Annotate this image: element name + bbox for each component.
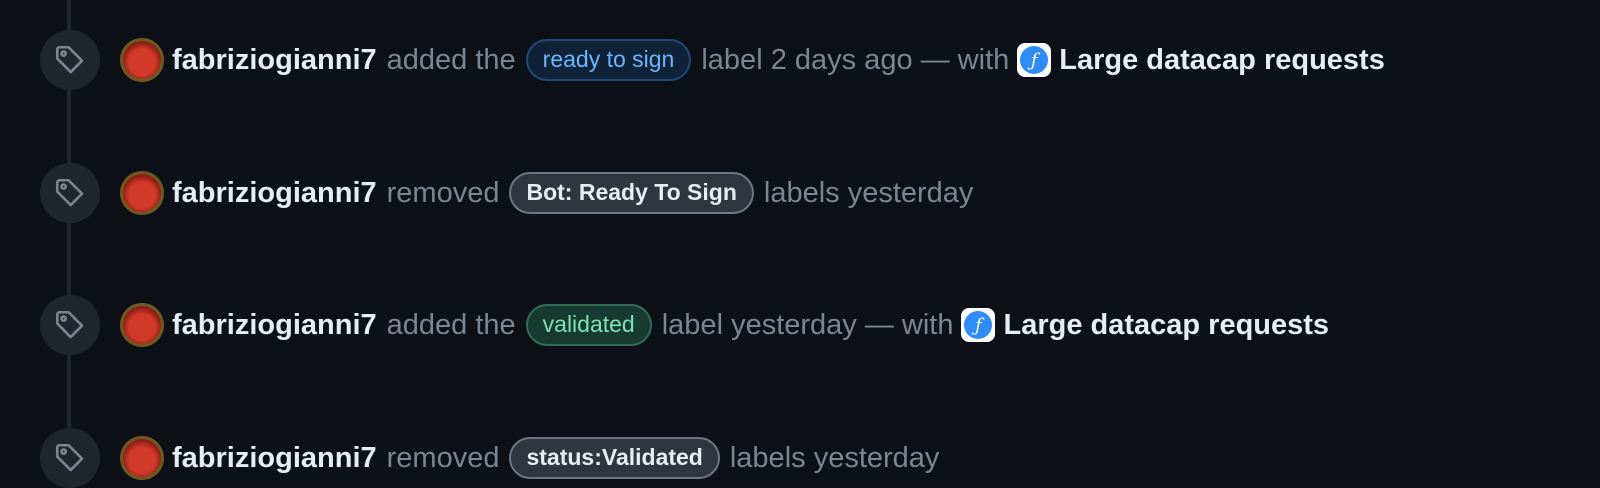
label-badge[interactable]: validated	[525, 303, 652, 347]
event-suffix: labels yesterday	[729, 441, 940, 474]
event-suffix: labels yesterday	[763, 176, 974, 209]
tag-icon	[40, 30, 100, 90]
app-glyph: ƒ	[1020, 46, 1049, 74]
label-badge[interactable]: Bot: Ready To Sign	[509, 171, 754, 215]
tag-icon	[40, 163, 100, 223]
app-link[interactable]: Large datacap requests	[1003, 309, 1329, 342]
event-action: removed	[386, 441, 500, 474]
author-link[interactable]: fabriziogianni7	[172, 44, 377, 77]
timeline-event: fabriziogianni7 removed Bot: Ready To Si…	[40, 163, 973, 223]
event-suffix: label yesterday — with	[661, 308, 954, 341]
avatar[interactable]	[120, 38, 164, 82]
app-link[interactable]: Large datacap requests	[1059, 44, 1385, 77]
timeline-event: fabriziogianni7 added the ready to sign …	[40, 30, 1385, 90]
label-badge[interactable]: ready to sign	[525, 38, 692, 82]
timeline-event: fabriziogianni7 added the validated labe…	[40, 295, 1329, 355]
label-badge[interactable]: status:Validated	[509, 436, 720, 480]
avatar[interactable]	[120, 436, 164, 480]
tag-icon	[40, 428, 100, 488]
event-suffix: label 2 days ago — with	[701, 43, 1010, 76]
timeline-event: fabriziogianni7 removed status:Validated…	[40, 428, 939, 488]
filecoin-icon[interactable]: ƒ	[1017, 43, 1052, 77]
filecoin-icon[interactable]: ƒ	[961, 308, 996, 342]
event-action: added the	[386, 43, 516, 76]
event-action: added the	[386, 308, 516, 341]
avatar[interactable]	[120, 303, 164, 347]
app-glyph: ƒ	[964, 311, 993, 339]
avatar[interactable]	[120, 171, 164, 215]
author-link[interactable]: fabriziogianni7	[172, 309, 377, 342]
author-link[interactable]: fabriziogianni7	[172, 177, 377, 210]
tag-icon	[40, 295, 100, 355]
event-action: removed	[386, 176, 500, 209]
author-link[interactable]: fabriziogianni7	[172, 442, 377, 475]
